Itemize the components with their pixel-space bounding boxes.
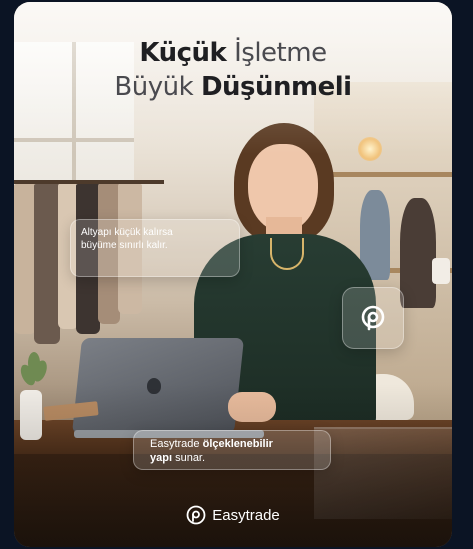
headline-line-1: Küçük İşletme (14, 36, 452, 70)
callout-infrastructure: Altyapı küçük kalırsa büyüme sınırlı kal… (70, 219, 240, 277)
easytrade-logo-icon (361, 305, 385, 331)
callout-scalable-brand: Easytrade (150, 438, 200, 450)
callout-infrastructure-text: Altyapı küçük kalırsa büyüme sınırlı kal… (81, 227, 173, 251)
headline-line-2: Büyük Düşünmeli (14, 70, 452, 104)
headline-word-kucuk: Küçük (139, 38, 227, 68)
headline-word-isletme: İşletme (234, 38, 327, 68)
callout-scalable-bold-2: yapı (150, 452, 173, 464)
headline-word-dusunmeli: Düşünmeli (200, 72, 352, 102)
brand-name: Easytrade (212, 506, 280, 524)
headline-word-buyuk: Büyük (114, 72, 194, 102)
page-frame: Küçük İşletme Büyük Düşünmeli Altyapı kü… (0, 0, 473, 549)
easytrade-icon-card (342, 287, 404, 349)
headline: Küçük İşletme Büyük Düşünmeli (14, 36, 452, 104)
brand-footer: Easytrade (14, 505, 452, 525)
ad-card: Küçük İşletme Büyük Düşünmeli Altyapı kü… (14, 2, 452, 547)
callout-scalable-tail: sunar. (175, 452, 206, 464)
callout-scalable-bold-1: ölçeklenebilir (202, 438, 273, 450)
callout-scalable: Easytrade ölçeklenebilir yapı sunar. (133, 430, 331, 470)
easytrade-logo-icon (186, 505, 206, 525)
